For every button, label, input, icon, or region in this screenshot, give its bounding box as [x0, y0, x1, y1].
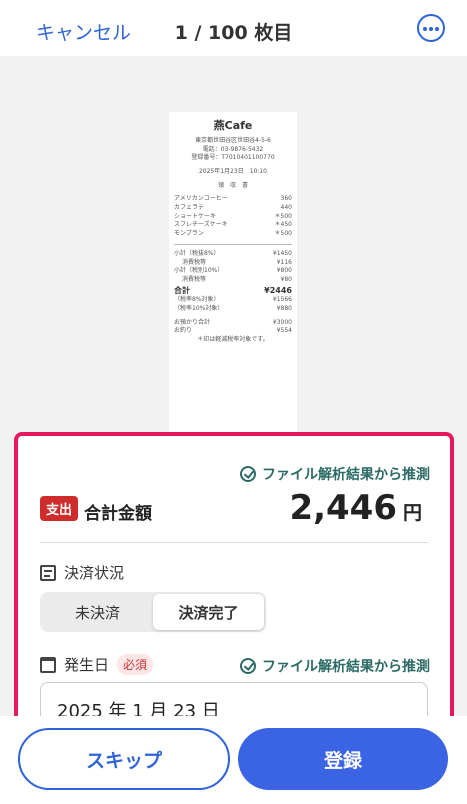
- receipt-subtotal: 小計（税別10%） ¥800: [174, 267, 292, 276]
- receipt-address: 東京都世田谷区世田谷4-5-6: [195, 136, 271, 144]
- receipt-subtotal-value: ¥116: [276, 258, 292, 266]
- date-inferred-note: ファイル解析結果から推測: [240, 656, 430, 676]
- receipt-store-name: 燕Cafe: [213, 119, 253, 132]
- payment-option-paid[interactable]: 決済完了: [153, 594, 264, 630]
- receipt-subtotal-label: 小計（税別10%）: [174, 267, 224, 275]
- total-amount-value: 2,446: [289, 488, 397, 528]
- receipt-divider: [174, 243, 292, 245]
- receipt-total-label: 合計: [174, 285, 190, 295]
- receipt-item: スフレチーズケーキ ＊450: [174, 221, 292, 230]
- receipt-phone: 電話：03-9876-5432: [202, 145, 264, 153]
- receipt-tax: （税率8%対象） ¥1566: [174, 296, 292, 305]
- receipt-subtotal: 小計（税抜8%） ¥1450: [174, 250, 292, 259]
- receipt-datetime: 2025年1月23日 10:10: [198, 168, 267, 175]
- top-bar: キャンセル 1 / 100 枚目: [0, 0, 467, 56]
- register-button[interactable]: 登録: [238, 728, 448, 790]
- calendar-icon: [40, 656, 56, 673]
- receipt-tax-value: ¥1566: [272, 296, 292, 304]
- more-options-icon[interactable]: [417, 14, 445, 42]
- receipt-payment-value: ¥3000: [272, 318, 292, 326]
- receipt-item-value: 440: [280, 204, 292, 212]
- receipt-item-label: スフレチーズケーキ: [174, 221, 228, 229]
- payment-status-label: 決済状況: [40, 562, 124, 583]
- receipt-item-value: ＊500: [274, 230, 292, 238]
- receipt-subtotal-value: ¥80: [280, 275, 292, 283]
- payment-status-toggle[interactable]: 未決済 決済完了: [40, 592, 266, 632]
- date-label: 発生日 必須: [40, 654, 154, 675]
- currency-unit: 円: [402, 502, 422, 524]
- receipt-tax-label: （税率10%対象）: [174, 304, 224, 312]
- receipt-item: モンブラン ＊500: [174, 230, 292, 239]
- required-badge: 必須: [117, 654, 154, 675]
- receipt-tax-value: ¥880: [276, 304, 292, 312]
- receipt-subtotal-value: ¥800: [276, 267, 292, 275]
- payment-status-icon: [40, 564, 56, 581]
- skip-button[interactable]: スキップ: [18, 728, 230, 790]
- receipt-total-row: 合計 ¥2446: [174, 285, 292, 297]
- receipt-payment: お預かり合計 ¥3000: [174, 319, 292, 328]
- receipt-tax-label: （税率8%対象）: [174, 296, 220, 304]
- receipt-registration: 登録番号：T7010401100770: [191, 154, 275, 162]
- total-amount-label: 合計金額: [84, 504, 152, 524]
- total-amount-field[interactable]: 2,446 円: [289, 488, 422, 528]
- receipt-item-value: ＊450: [274, 221, 292, 229]
- section-divider: [40, 542, 428, 543]
- receipt-subtotal-label: 消費税等: [182, 258, 207, 266]
- receipt-payment: お釣り ¥554: [174, 327, 292, 336]
- receipt-item: カフェラテ 440: [174, 204, 292, 213]
- check-circle-icon: [240, 658, 256, 674]
- receipt-subtotal-label: 小計（税抜8%）: [174, 249, 220, 257]
- payment-option-unpaid[interactable]: 未決済: [42, 594, 153, 630]
- receipt-item: アメリカンコーヒー 360: [174, 195, 292, 204]
- expense-type-badge: 支出: [40, 496, 79, 521]
- receipt-subtotal: 消費税等 ¥80: [174, 276, 292, 285]
- check-circle-icon: [240, 466, 256, 482]
- receipt-image: 燕Cafe 東京都世田谷区世田谷4-5-6 電話：03-9876-5432 登録…: [169, 112, 297, 438]
- receipt-note: ＊印は軽減税率対象です。: [197, 335, 269, 343]
- receipt-payment-value: ¥554: [276, 327, 292, 335]
- receipt-item-label: モンブラン: [174, 230, 204, 238]
- cancel-button[interactable]: キャンセル: [36, 18, 131, 45]
- receipt-subtotal: 消費税等 ¥116: [174, 259, 292, 268]
- receipt-item-value: ＊500: [274, 212, 292, 220]
- receipt-payment-label: お預かり合計: [174, 318, 211, 326]
- receipt-doc-title: 領 収 書: [217, 181, 248, 189]
- receipt-item-label: カフェラテ: [174, 204, 205, 212]
- amount-inferred-note: ファイル解析結果から推測: [240, 464, 430, 484]
- receipt-subtotal-label: 消費税等: [182, 275, 207, 283]
- receipt-payment-label: お釣り: [174, 327, 193, 335]
- receipt-subtotal-value: ¥1450: [272, 249, 292, 257]
- bottom-action-bar: スキップ 登録: [0, 716, 467, 804]
- receipt-tax: （税率10%対象） ¥880: [174, 305, 292, 314]
- receipt-item-label: アメリカンコーヒー: [174, 195, 228, 203]
- receipt-item-value: 360: [280, 195, 292, 203]
- expense-form-card: ファイル解析結果から推測 支出 合計金額 2,446 円 決済状況 未決済 決済…: [14, 432, 454, 730]
- receipt-total-value: ¥2446: [264, 285, 292, 295]
